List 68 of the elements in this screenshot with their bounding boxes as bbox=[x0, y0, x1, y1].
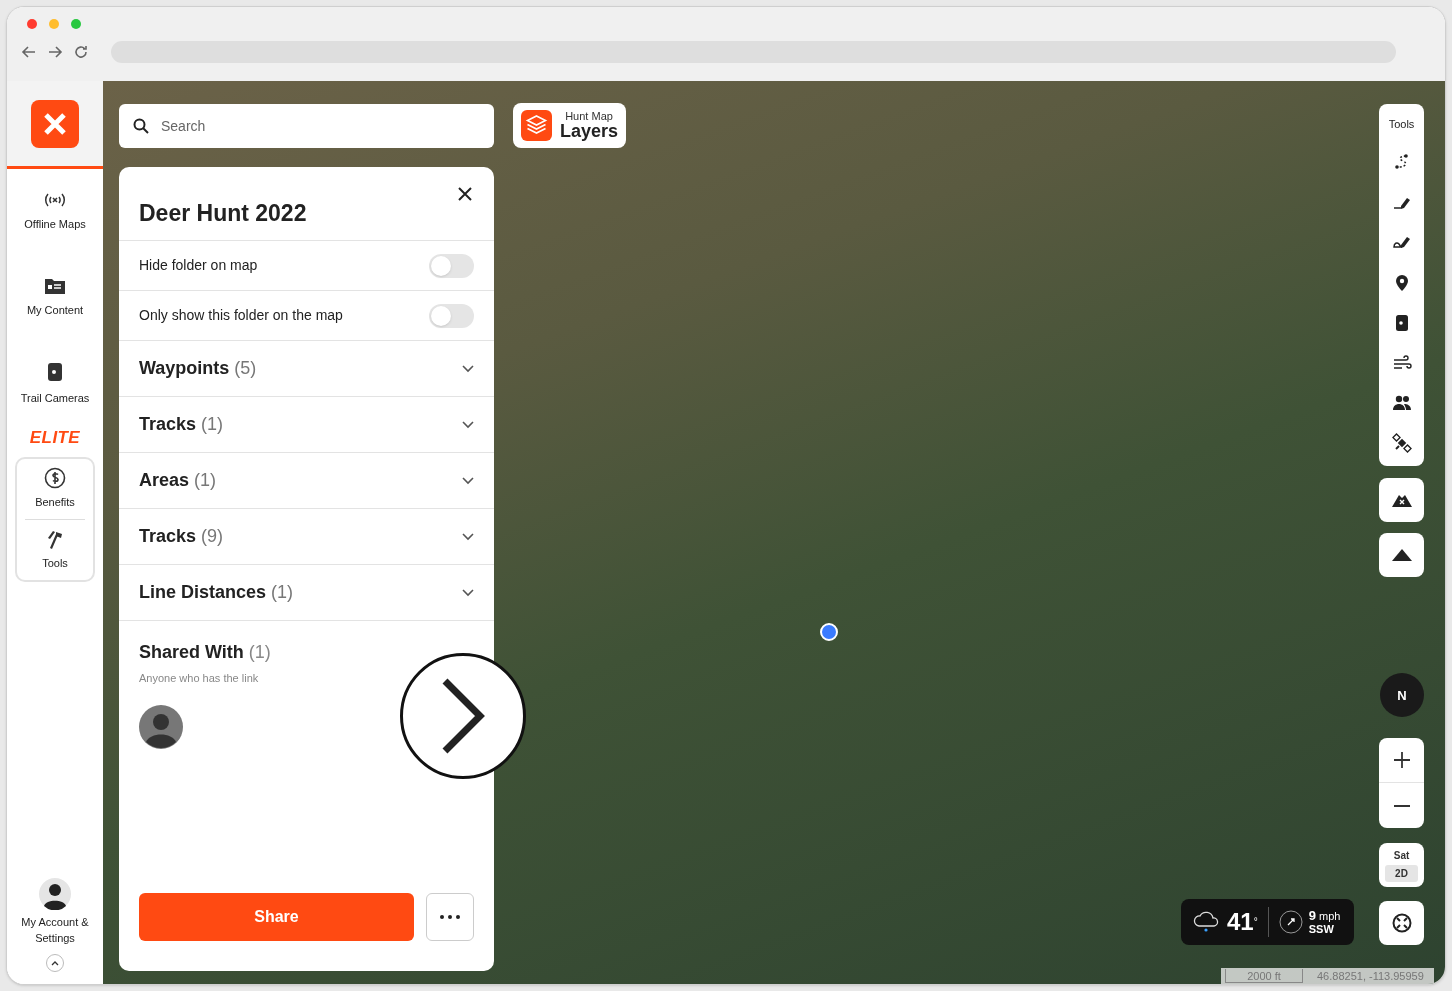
plus-icon bbox=[1393, 752, 1410, 768]
folder-section[interactable]: Waypoints (5) bbox=[119, 341, 494, 397]
sidebar-nav-item[interactable]: Offline Maps bbox=[7, 169, 103, 255]
layers-button[interactable]: Hunt Map Layers bbox=[513, 103, 627, 148]
app-logo[interactable] bbox=[31, 99, 79, 148]
section-label: Waypoints (5) bbox=[139, 357, 257, 380]
folder-section[interactable]: Areas (1) bbox=[119, 453, 494, 509]
forward-icon[interactable] bbox=[47, 44, 63, 60]
avatar-icon bbox=[139, 704, 183, 749]
map-style-label: Sat bbox=[1393, 849, 1410, 863]
weather-widget[interactable]: 41$^{°}$ 9 mph SSW bbox=[1181, 899, 1354, 945]
mountain-x-icon bbox=[1391, 493, 1412, 507]
rain-cloud-icon bbox=[1193, 911, 1221, 933]
chevron-right-icon[interactable] bbox=[400, 653, 526, 779]
elite-nav-item[interactable]: Tools bbox=[17, 519, 93, 580]
crosshair-icon bbox=[1391, 913, 1412, 933]
mountain-icon bbox=[1391, 549, 1412, 561]
layers-caption: Hunt Map bbox=[564, 109, 614, 122]
toggle-label: Hide folder on map bbox=[139, 256, 258, 275]
toggle-switch[interactable] bbox=[429, 303, 474, 328]
layers-label: Layers bbox=[560, 121, 619, 142]
elite-nav-item[interactable]: Benefits bbox=[17, 458, 93, 519]
offline-icon bbox=[44, 191, 66, 208]
search-icon bbox=[133, 118, 149, 134]
map-mode-toggle[interactable]: 2D bbox=[1385, 865, 1418, 882]
satellite-icon[interactable] bbox=[1391, 432, 1412, 453]
close-icon[interactable] bbox=[458, 187, 472, 201]
satellite-map[interactable] bbox=[103, 81, 1445, 984]
content-icon bbox=[45, 277, 65, 294]
more-dots-icon bbox=[440, 915, 460, 919]
toggle-switch[interactable] bbox=[429, 253, 474, 278]
sidebar-nav-item[interactable]: Trail Cameras bbox=[7, 341, 103, 427]
minus-icon bbox=[1393, 804, 1410, 807]
map-style-control[interactable]: Sat 2D bbox=[1379, 843, 1424, 887]
caret-up-icon bbox=[51, 960, 59, 966]
3d-terrain-button[interactable] bbox=[1379, 533, 1424, 577]
section-label: Areas (1) bbox=[139, 469, 217, 492]
coordinates: 46.88251, -113.95959 bbox=[1316, 968, 1425, 984]
terrain-x-button[interactable] bbox=[1379, 478, 1424, 522]
wind-speed: 9 mph bbox=[1308, 908, 1341, 924]
locate-button[interactable] bbox=[1379, 901, 1424, 945]
dollar-icon bbox=[44, 466, 66, 489]
sidebar-nav-item[interactable]: My Content bbox=[7, 255, 103, 341]
layers-icon bbox=[521, 110, 552, 141]
wind-direction-icon bbox=[1278, 910, 1303, 934]
reload-icon[interactable] bbox=[73, 44, 89, 60]
folder-section[interactable]: Tracks (1) bbox=[119, 397, 494, 453]
scale-bar: 2000 ft bbox=[1225, 969, 1303, 983]
toggle-label: Only show this folder on the map bbox=[139, 306, 343, 325]
x-logo-icon bbox=[43, 111, 67, 136]
elite-label: ELITE bbox=[29, 427, 81, 449]
avatar-icon bbox=[39, 878, 71, 910]
section-label: Tracks (1) bbox=[139, 413, 224, 436]
account-button[interactable]: My Account & Settings bbox=[15, 878, 95, 946]
section-label: Tracks (9) bbox=[139, 525, 224, 548]
camera-icon bbox=[47, 361, 63, 382]
section-label: Line Distances (1) bbox=[139, 581, 294, 604]
wind-direction: SSW bbox=[1308, 923, 1335, 936]
shared-with-subtitle: Anyone who has the link bbox=[139, 671, 260, 686]
temperature: 41$^{°}$ bbox=[1227, 910, 1258, 934]
folder-title: Deer Hunt 2022 bbox=[139, 198, 307, 228]
back-icon[interactable] bbox=[21, 44, 37, 60]
shared-with-label: Shared With (1) bbox=[139, 641, 272, 664]
folder-section[interactable]: Line Distances (1) bbox=[119, 565, 494, 621]
compass[interactable]: N bbox=[1380, 673, 1424, 717]
tools-title: Tools bbox=[1388, 117, 1415, 132]
folder-section[interactable]: Tracks (9) bbox=[119, 509, 494, 565]
search-field[interactable]: Search bbox=[119, 104, 494, 148]
